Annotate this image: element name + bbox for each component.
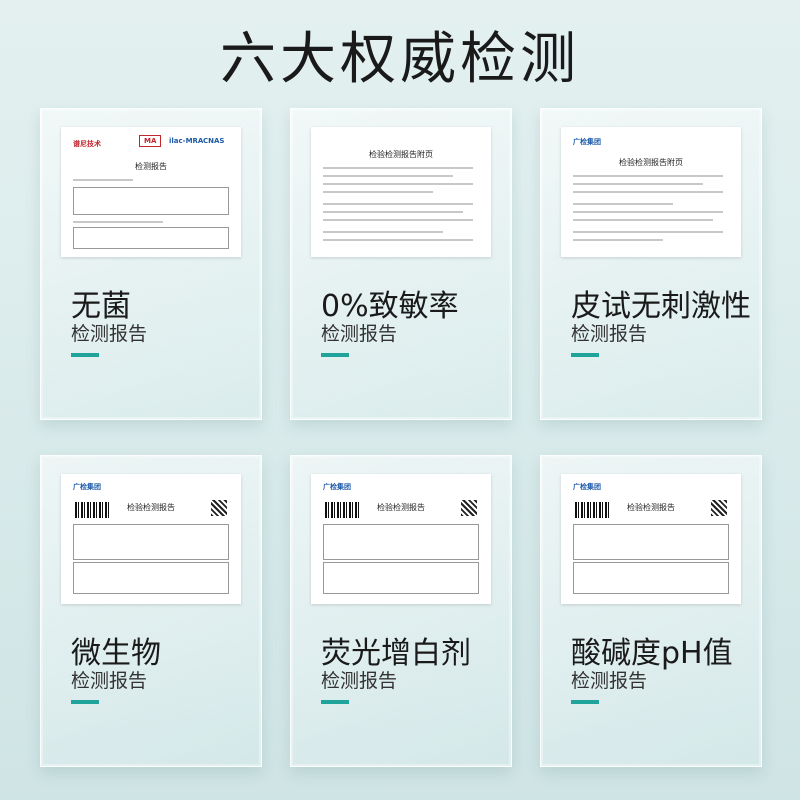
doc-title: 检验检测报告 bbox=[627, 503, 675, 512]
report-document-image: 广检集团 检验检测报告 bbox=[561, 474, 741, 604]
card-sublabel: 检测报告 bbox=[571, 670, 648, 692]
accent-bar bbox=[71, 353, 99, 357]
doc-title: 检验检测报告附页 bbox=[619, 158, 683, 167]
accent-bar bbox=[571, 353, 599, 357]
accent-bar bbox=[71, 700, 99, 704]
ilac-mark: ilac-MRA bbox=[169, 137, 204, 145]
report-card-brightener: 广检集团 检验检测报告 荧光增白剂 检测报告 bbox=[290, 455, 512, 767]
doc-title: 检验检测报告 bbox=[127, 503, 175, 512]
cnas-mark: CNAS bbox=[203, 137, 225, 145]
org-logo: 广检集团 bbox=[573, 138, 601, 146]
report-card-ph: 广检集团 检验检测报告 酸碱度pH值 检测报告 bbox=[540, 455, 762, 767]
ma-mark: MA bbox=[139, 135, 162, 147]
report-document-image: 检验检测报告附页 bbox=[311, 127, 491, 257]
org-logo: 广检集团 bbox=[573, 483, 601, 491]
doc-title: 检测报告 bbox=[135, 162, 167, 171]
card-sublabel: 检测报告 bbox=[321, 323, 398, 345]
org-logo: 广检集团 bbox=[323, 483, 351, 491]
card-sublabel: 检测报告 bbox=[71, 323, 148, 345]
accent-bar bbox=[321, 353, 349, 357]
card-sublabel: 检测报告 bbox=[321, 670, 398, 692]
report-card-microbe: 广检集团 检验检测报告 微生物 检测报告 bbox=[40, 455, 262, 767]
report-document-image: 广检集团 检验检测报告 bbox=[311, 474, 491, 604]
report-card-sterile: 谱尼技术 MA ilac-MRA CNAS 检测报告 无菌 检测报告 bbox=[40, 108, 262, 420]
org-logo: 谱尼技术 bbox=[73, 140, 101, 148]
accent-bar bbox=[571, 700, 599, 704]
card-sublabel: 检测报告 bbox=[71, 670, 148, 692]
report-document-image: 谱尼技术 MA ilac-MRA CNAS 检测报告 bbox=[61, 127, 241, 257]
accent-bar bbox=[321, 700, 349, 704]
report-card-allergy: 检验检测报告附页 0%致敏率 检测报告 bbox=[290, 108, 512, 420]
card-sublabel: 检测报告 bbox=[571, 323, 648, 345]
report-card-skin: 广检集团 检验检测报告附页 皮试无刺激性 检测报告 bbox=[540, 108, 762, 420]
page-title: 六大权威检测 bbox=[220, 27, 580, 92]
doc-title: 检验检测报告 bbox=[377, 503, 425, 512]
report-document-image: 广检集团 检验检测报告 bbox=[61, 474, 241, 604]
report-document-image: 广检集团 检验检测报告附页 bbox=[561, 127, 741, 257]
doc-title: 检验检测报告附页 bbox=[369, 150, 433, 159]
org-logo: 广检集团 bbox=[73, 483, 101, 491]
